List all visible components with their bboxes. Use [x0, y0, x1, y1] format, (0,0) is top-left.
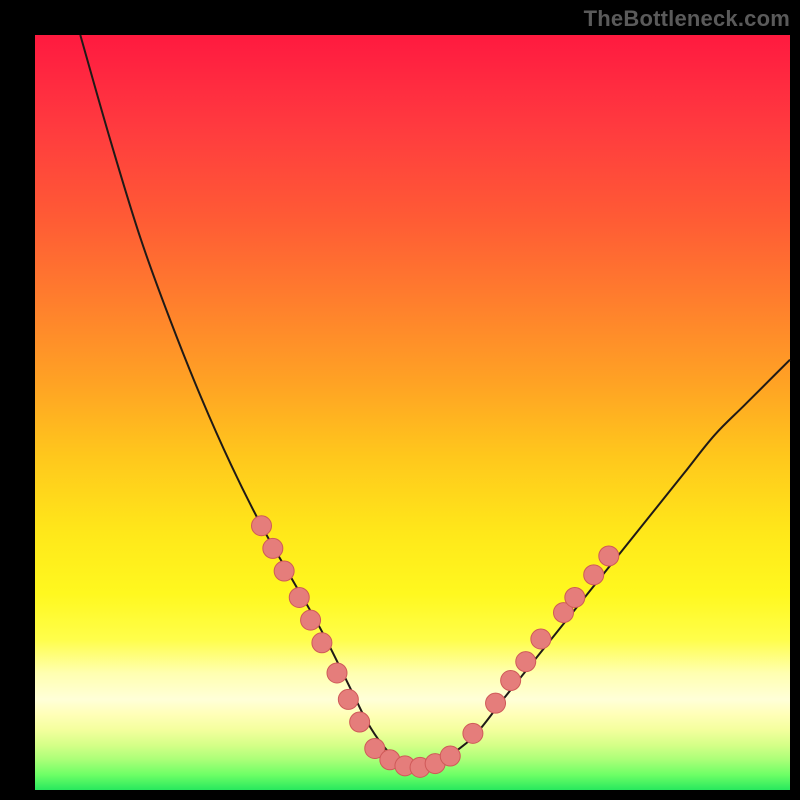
chart-frame: TheBottleneck.com	[0, 0, 800, 800]
curve-dot	[463, 723, 483, 743]
curve-dot	[486, 693, 506, 713]
curve-dot	[289, 587, 309, 607]
curve-dot	[516, 652, 536, 672]
curve-dot	[350, 712, 370, 732]
curve-dot	[312, 633, 332, 653]
curve-dot	[338, 689, 358, 709]
bottleneck-curve	[80, 35, 790, 768]
curve-dot	[584, 565, 604, 585]
plot-area	[35, 35, 790, 790]
curve-dot	[301, 610, 321, 630]
curve-dot	[440, 746, 460, 766]
curve-dot	[565, 587, 585, 607]
watermark-text: TheBottleneck.com	[584, 6, 790, 32]
curve-dot	[327, 663, 347, 683]
curve-dot	[531, 629, 551, 649]
curve-sample-dots	[252, 516, 619, 778]
curve-dot	[501, 671, 521, 691]
curve-dot	[599, 546, 619, 566]
curve-dot	[252, 516, 272, 536]
bottleneck-chart-svg	[35, 35, 790, 790]
curve-dot	[274, 561, 294, 581]
curve-dot	[263, 538, 283, 558]
